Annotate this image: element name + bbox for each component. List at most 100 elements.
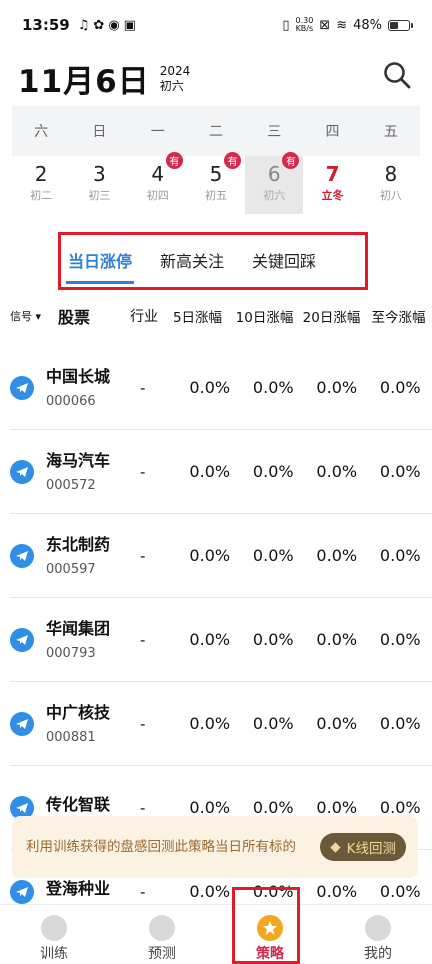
d10-cell: 0.0%: [252, 798, 294, 817]
year: 2024: [159, 63, 191, 78]
industry-header: 行业: [130, 309, 158, 325]
d20-header[interactable]: 20日涨幅: [298, 306, 365, 326]
vibrate-icon: ▯: [282, 17, 290, 33]
now-cell: 0.0%: [379, 714, 421, 733]
table-row[interactable]: 海马汽车 000572 - 0.0% 0.0% 0.0% 0.0%: [10, 430, 432, 514]
d5-cell: 0.0%: [189, 798, 231, 817]
industry-cell: -: [140, 714, 146, 733]
bottom-nav: 训练 预测 策略 我的: [0, 904, 432, 964]
calendar-day[interactable]: 有 5 初五: [187, 152, 245, 214]
telegram-signal-icon[interactable]: [10, 879, 34, 904]
d20-cell: 0.0%: [316, 714, 358, 733]
telegram-signal-icon[interactable]: [10, 543, 34, 568]
now-header[interactable]: 至今涨幅: [365, 306, 432, 326]
nav-highlight-box: [232, 887, 300, 964]
day-row: 2 初二 3 初三 有 4 初四 有 5 初五 有 6 初六 7 立冬 8 初八: [12, 152, 420, 214]
now-cell: 0.0%: [379, 546, 421, 565]
tab-limit-up-today[interactable]: 当日涨停: [65, 238, 135, 284]
status-right: ▯ 0.30 KB/s ⊠ ≋ 48%: [282, 17, 413, 33]
d20-cell: 0.0%: [316, 798, 358, 817]
stock-cell: 中广核技 000881: [46, 702, 138, 745]
nav-mine[interactable]: 我的: [324, 905, 432, 964]
day-lunar: 立冬: [321, 189, 344, 202]
stock-code: 000793: [46, 646, 96, 661]
day-number: 5: [209, 162, 223, 186]
telegram-signal-icon[interactable]: [10, 711, 34, 736]
d10-cell: 0.0%: [252, 378, 294, 397]
kline-backtest-button[interactable]: ◆ K线回测: [320, 833, 406, 861]
battery-fill: [390, 21, 399, 29]
industry-cell: -: [140, 378, 146, 397]
calendar-day[interactable]: 3 初三: [70, 156, 128, 214]
telegram-signal-icon[interactable]: [10, 375, 34, 400]
stock-name: 登海种业: [46, 878, 111, 898]
kline-backtest-label: K线回测: [346, 841, 396, 857]
d20-cell: 0.0%: [316, 882, 358, 901]
tab-new-high-watch[interactable]: 新高关注: [160, 238, 224, 282]
calendar-day[interactable]: 8 初八: [362, 156, 420, 214]
nav-train[interactable]: 训练: [0, 905, 108, 964]
industry-cell: -: [140, 462, 146, 481]
user-icon: [365, 915, 391, 941]
table-row[interactable]: 中国长城 000066 - 0.0% 0.0% 0.0% 0.0%: [10, 346, 432, 430]
d5-header[interactable]: 5日涨幅: [164, 306, 231, 326]
weekday-row: 六 日 一 二 三 四 五: [12, 106, 420, 156]
table-row[interactable]: 东北制药 000597 - 0.0% 0.0% 0.0% 0.0%: [10, 514, 432, 598]
day-lunar: 初八: [379, 189, 402, 202]
wifi-icon: ≋: [336, 17, 348, 33]
now-cell: 0.0%: [379, 798, 421, 817]
d5-cell: 0.0%: [189, 462, 231, 481]
weekday-label: 一: [150, 124, 165, 140]
calendar-day[interactable]: 2 初二: [12, 156, 70, 214]
signal-header-label: 信号: [10, 310, 32, 323]
notification-icons: ♫ ✿ ◉ ▣: [78, 18, 136, 33]
diamond-icon: ◆: [330, 839, 341, 855]
weekday-label: 四: [325, 124, 340, 140]
d10-header[interactable]: 10日涨幅: [231, 306, 298, 326]
battery-text: 48%: [353, 17, 382, 33]
now-cell: 0.0%: [379, 462, 421, 481]
table-row[interactable]: 华闻集团 000793 - 0.0% 0.0% 0.0% 0.0%: [10, 598, 432, 682]
table-row[interactable]: 中广核技 000881 - 0.0% 0.0% 0.0% 0.0%: [10, 682, 432, 766]
tab-key-pullback[interactable]: 关键回踩: [252, 238, 316, 282]
d20-cell: 0.0%: [316, 546, 358, 565]
stock-cell: 海马汽车 000572: [46, 450, 138, 493]
stock-code: 000597: [46, 562, 96, 577]
calendar-day-solar-term[interactable]: 7 立冬: [303, 156, 361, 214]
calendar-day-selected[interactable]: 有 6 初六: [245, 152, 304, 214]
stock-cell: 华闻集团 000793: [46, 618, 138, 661]
now-cell: 0.0%: [379, 882, 421, 901]
day-number: 6: [267, 162, 281, 186]
nav-label: 训练: [40, 946, 68, 962]
app-icon-2: ◉: [108, 17, 120, 33]
stock-name: 海马汽车: [46, 451, 111, 470]
stock-name: 华闻集团: [46, 619, 111, 638]
nav-label: 预测: [148, 946, 176, 962]
d20-cell: 0.0%: [316, 462, 358, 481]
stock-name: 中国长城: [46, 367, 111, 386]
telegram-signal-icon[interactable]: [10, 459, 34, 484]
calendar-day[interactable]: 有 4 初四: [129, 152, 187, 214]
date-header[interactable]: 11月6日 2024 初六: [18, 56, 190, 101]
stock-name: 传化智联: [46, 794, 111, 814]
app-icon: ✿: [93, 17, 105, 33]
app-icon-3: ▣: [123, 17, 136, 33]
d10-cell: 0.0%: [252, 462, 294, 481]
search-icon[interactable]: [382, 60, 412, 90]
signal-sort-header[interactable]: 信号 ▾: [0, 308, 50, 324]
d5-cell: 0.0%: [189, 630, 231, 649]
compass-icon: [149, 915, 175, 941]
sim-off-icon: ⊠: [319, 17, 331, 33]
current-date: 11月6日: [18, 64, 150, 100]
now-cell: 0.0%: [379, 378, 421, 397]
d10-cell: 0.0%: [252, 546, 294, 565]
stock-cell: 中国长城 000066: [46, 366, 138, 409]
telegram-signal-icon[interactable]: [10, 627, 34, 652]
day-lunar: 初二: [30, 189, 53, 202]
nav-label: 我的: [364, 946, 392, 962]
d10-cell: 0.0%: [252, 630, 294, 649]
day-number: 3: [93, 162, 106, 186]
nav-predict[interactable]: 预测: [108, 905, 216, 964]
table-header: 信号 ▾ 股票 行业 5日涨幅 10日涨幅 20日涨幅 至今涨幅: [0, 298, 432, 334]
industry-cell: -: [140, 798, 146, 817]
